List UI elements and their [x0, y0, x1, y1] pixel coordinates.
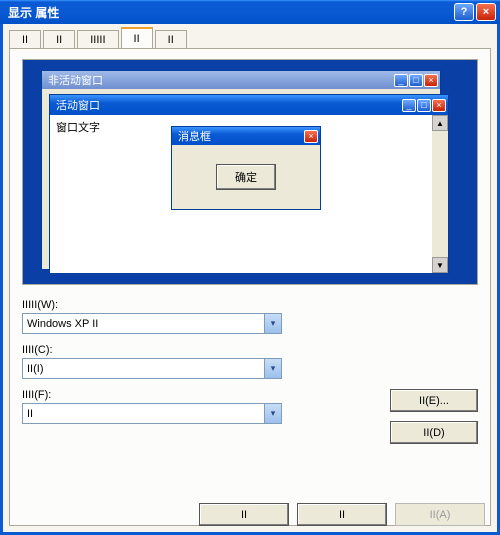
dialog-body: II II IIIII II II 非活动窗口 _ □ × 活动窗口 — [0, 24, 500, 535]
apply-button[interactable]: II(A) — [395, 503, 485, 526]
tab-0[interactable]: II — [9, 30, 41, 49]
min-icon: _ — [394, 74, 408, 87]
chevron-down-icon[interactable]: ▾ — [264, 314, 281, 333]
preview-message-box: 消息框 × 确定 — [171, 126, 321, 210]
tab-strip: II II IIIII II II — [3, 24, 497, 48]
ok-button[interactable]: II — [199, 503, 289, 526]
advanced-button[interactable]: II(D) — [390, 421, 478, 444]
max-icon: □ — [417, 99, 431, 112]
min-icon: _ — [402, 99, 416, 112]
tab-2[interactable]: IIIII — [77, 30, 118, 49]
color-combo[interactable]: II(I) ▾ — [22, 358, 282, 379]
tab-3[interactable]: II — [121, 27, 153, 48]
close-icon: × — [424, 74, 438, 87]
msgbox-ok-button: 确定 — [216, 164, 276, 190]
scroll-down-icon: ▼ — [432, 257, 448, 273]
close-icon: × — [304, 130, 318, 143]
inactive-window-title: 非活动窗口 — [48, 72, 103, 88]
cancel-button[interactable]: II — [297, 503, 387, 526]
close-icon: × — [432, 99, 446, 112]
close-button[interactable]: × — [476, 3, 496, 21]
chevron-down-icon[interactable]: ▾ — [264, 404, 281, 423]
tab-1[interactable]: II — [43, 30, 75, 49]
window-text: 窗口文字 — [56, 122, 100, 134]
dialog-title: 显示 属性 — [8, 4, 59, 21]
dialog-button-bar: II II II(A) — [3, 503, 497, 526]
msgbox-title: 消息框 — [178, 128, 211, 144]
scroll-up-icon: ▲ — [432, 115, 448, 131]
max-icon: □ — [409, 74, 423, 87]
font-value: II — [27, 408, 33, 420]
dialog-titlebar: 显示 属性 ? × — [0, 0, 500, 24]
tab-4[interactable]: II — [155, 30, 187, 49]
font-combo[interactable]: II ▾ — [22, 403, 282, 424]
help-button[interactable]: ? — [454, 3, 474, 21]
effects-button[interactable]: II(E)... — [390, 389, 478, 412]
style-value: Windows XP II — [27, 318, 98, 330]
appearance-preview: 非活动窗口 _ □ × 活动窗口 _ □ × — [22, 59, 478, 285]
tab-page: 非活动窗口 _ □ × 活动窗口 _ □ × — [9, 48, 491, 526]
color-label: IIII(C): — [22, 344, 478, 356]
chevron-down-icon[interactable]: ▾ — [264, 359, 281, 378]
active-window-title: 活动窗口 — [56, 97, 100, 113]
color-value: II(I) — [27, 363, 44, 375]
style-label: IIIII(W): — [22, 299, 478, 311]
style-combo[interactable]: Windows XP II ▾ — [22, 313, 282, 334]
